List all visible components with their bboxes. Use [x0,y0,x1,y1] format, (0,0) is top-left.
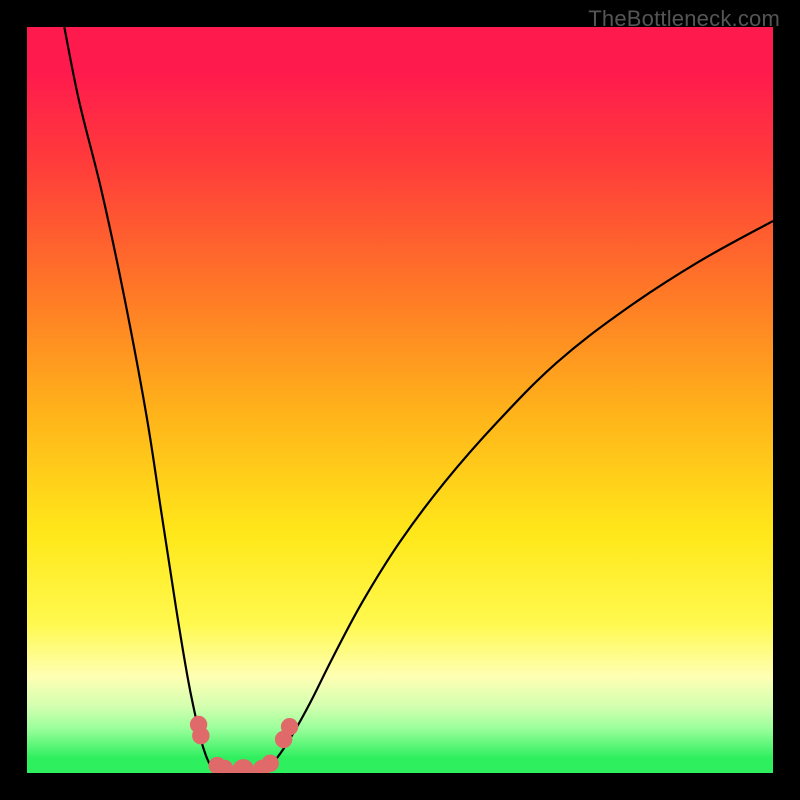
bottleneck-curve [64,27,773,771]
curve-marker [193,727,209,743]
curve-markers [190,716,297,773]
chart-frame: TheBottleneck.com [0,0,800,800]
curve-svg [27,27,773,773]
curve-marker [262,755,278,771]
curve-marker [281,719,297,735]
curve-marker [233,760,254,773]
watermark-text: TheBottleneck.com [588,6,780,32]
plot-area [27,27,773,773]
curve-marker [216,760,232,773]
